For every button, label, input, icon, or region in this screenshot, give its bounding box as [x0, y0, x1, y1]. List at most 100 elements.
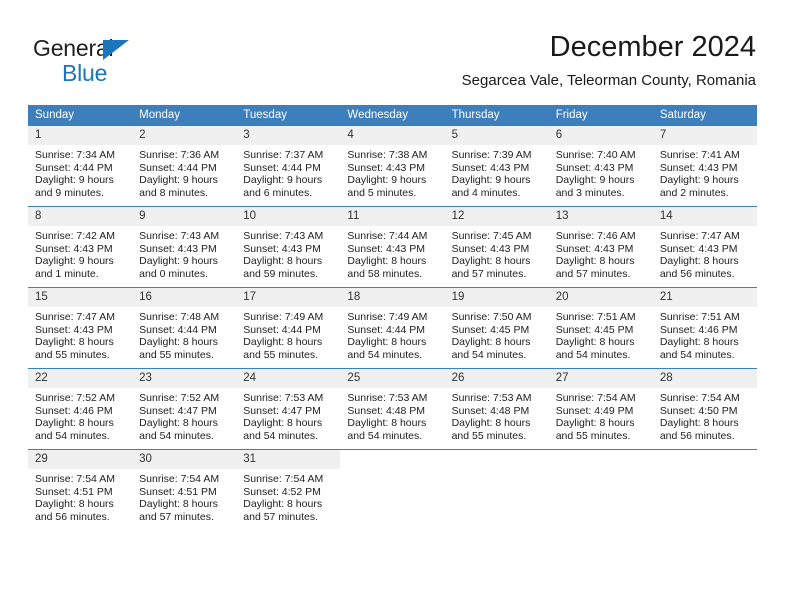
- day-details: Sunrise: 7:37 AM Sunset: 4:44 PM Daylight:…: [236, 145, 340, 199]
- calendar-day-cell[interactable]: 24 Sunrise: 7:53 AM Sunset: 4:47 PM Dayligh…: [236, 368, 341, 450]
- calendar-day-cell[interactable]: 4 Sunrise: 7:38 AM Sunset: 4:43 PM Daylight…: [340, 126, 445, 207]
- calendar-day-cell[interactable]: 21 Sunrise: 7:51 AM Sunset: 4:46 PM Dayligh…: [652, 287, 757, 369]
- day-number: 14: [652, 207, 757, 226]
- sunset-text: Sunset: 4:49 PM: [555, 404, 634, 417]
- day-details: Sunrise: 7:45 AM Sunset: 4:43 PM Daylight:…: [445, 226, 549, 280]
- daylight-text-line1: Daylight: 8 hours: [347, 255, 427, 268]
- calendar-day-cell[interactable]: 19 Sunrise: 7:50 AM Sunset: 4:45 PM Dayligh…: [444, 287, 549, 369]
- calendar-day-cell[interactable]: 17 Sunrise: 7:49 AM Sunset: 4:44 PM Dayligh…: [236, 287, 341, 369]
- sunrise-text: Sunrise: 7:38 AM: [347, 149, 428, 161]
- sunrise-text: Sunrise: 7:43 AM: [139, 230, 220, 242]
- day-details: Sunrise: 7:43 AM Sunset: 4:43 PM Daylight:…: [236, 226, 340, 280]
- calendar-day-cell[interactable]: 28 Sunrise: 7:54 AM Sunset: 4:50 PM Dayligh…: [652, 368, 757, 450]
- calendar-day-cell[interactable]: 20 Sunrise: 7:51 AM Sunset: 4:45 PM Dayligh…: [548, 287, 653, 369]
- sunset-text: Sunset: 4:44 PM: [35, 161, 113, 174]
- calendar-day-cell[interactable]: 13 Sunrise: 7:46 AM Sunset: 4:43 PM Dayligh…: [548, 206, 653, 288]
- calendar-day-cell-empty: [548, 449, 653, 530]
- daylight-text-line1: Daylight: 9 hours: [347, 174, 427, 187]
- calendar-week-row: 1 Sunrise: 7:34 AM Sunset: 4:44 PM Daylight…: [28, 126, 757, 207]
- daylight-text-line1: Daylight: 8 hours: [659, 255, 739, 268]
- calendar-day-cell[interactable]: 18 Sunrise: 7:49 AM Sunset: 4:44 PM Dayligh…: [340, 287, 445, 369]
- daylight-text-line2: and 55 minutes.: [243, 348, 318, 361]
- calendar-day-cell[interactable]: 2 Sunrise: 7:36 AM Sunset: 4:44 PM Daylight…: [132, 126, 237, 207]
- calendar-day-cell[interactable]: 3 Sunrise: 7:37 AM Sunset: 4:44 PM Daylight…: [236, 126, 341, 207]
- day-number: 18: [340, 288, 445, 307]
- calendar-week-row: 22 Sunrise: 7:52 AM Sunset: 4:46 PM Dayligh…: [28, 368, 757, 450]
- calendar-day-cell[interactable]: 9 Sunrise: 7:43 AM Sunset: 4:43 PM Daylight…: [132, 206, 237, 288]
- calendar-day-cell[interactable]: 29 Sunrise: 7:54 AM Sunset: 4:51 PM Dayligh…: [28, 449, 133, 530]
- day-details: Sunrise: 7:41 AM Sunset: 4:43 PM Daylight:…: [653, 145, 757, 199]
- day-details: Sunrise: 7:36 AM Sunset: 4:44 PM Daylight:…: [132, 145, 236, 199]
- day-details: Sunrise: 7:43 AM Sunset: 4:43 PM Daylight:…: [132, 226, 236, 280]
- daylight-text-line1: Daylight: 9 hours: [243, 174, 323, 187]
- calendar-day-cell-empty: [340, 449, 445, 530]
- calendar-day-cell[interactable]: 6 Sunrise: 7:40 AM Sunset: 4:43 PM Daylight…: [548, 126, 653, 207]
- daylight-text-line2: and 54 minutes.: [243, 429, 318, 442]
- sunset-text: Sunset: 4:48 PM: [451, 404, 530, 417]
- day-number: 27: [548, 369, 653, 388]
- daylight-text-line1: Daylight: 8 hours: [347, 417, 427, 430]
- sunset-text: Sunset: 4:44 PM: [347, 323, 426, 336]
- calendar-day-cell[interactable]: 15 Sunrise: 7:47 AM Sunset: 4:43 PM Dayligh…: [28, 287, 133, 369]
- day-details: Sunrise: 7:47 AM Sunset: 4:43 PM Daylight:…: [28, 307, 132, 361]
- daylight-text-line2: and 54 minutes.: [347, 429, 423, 442]
- calendar-body: 1 Sunrise: 7:34 AM Sunset: 4:44 PM Daylight…: [28, 126, 757, 530]
- sunrise-text: Sunrise: 7:34 AM: [35, 149, 115, 161]
- calendar-day-cell[interactable]: 31 Sunrise: 7:54 AM Sunset: 4:52 PM Dayligh…: [236, 449, 341, 530]
- sunset-text: Sunset: 4:44 PM: [139, 161, 217, 174]
- calendar-day-cell[interactable]: 22 Sunrise: 7:52 AM Sunset: 4:46 PM Dayligh…: [28, 368, 133, 450]
- daylight-text-line1: Daylight: 9 hours: [555, 174, 635, 187]
- daylight-text-line1: Daylight: 8 hours: [555, 255, 635, 268]
- sunset-text: Sunset: 4:43 PM: [451, 242, 530, 255]
- calendar-day-cell[interactable]: 26 Sunrise: 7:53 AM Sunset: 4:48 PM Dayligh…: [444, 368, 549, 450]
- sunrise-text: Sunrise: 7:37 AM: [243, 149, 324, 161]
- sunset-text: Sunset: 4:43 PM: [555, 161, 634, 174]
- daylight-text-line1: Daylight: 9 hours: [35, 255, 114, 268]
- daylight-text-line2: and 4 minutes.: [451, 186, 521, 199]
- daylight-text-line2: and 54 minutes.: [35, 429, 110, 442]
- day-number: 4: [340, 126, 445, 145]
- day-number: 8: [28, 207, 133, 226]
- day-number: 28: [652, 369, 757, 388]
- calendar-day-cell[interactable]: 25 Sunrise: 7:53 AM Sunset: 4:48 PM Dayligh…: [340, 368, 445, 450]
- daylight-text-line1: Daylight: 8 hours: [243, 417, 323, 430]
- calendar-day-cell[interactable]: 14 Sunrise: 7:47 AM Sunset: 4:43 PM Dayligh…: [652, 206, 757, 288]
- sunrise-text: Sunrise: 7:49 AM: [347, 311, 428, 323]
- calendar-day-cell[interactable]: 5 Sunrise: 7:39 AM Sunset: 4:43 PM Daylight…: [444, 126, 549, 207]
- sunset-text: Sunset: 4:43 PM: [35, 242, 113, 255]
- daylight-text-line1: Daylight: 8 hours: [243, 336, 323, 349]
- calendar-day-cell[interactable]: 30 Sunrise: 7:54 AM Sunset: 4:51 PM Dayligh…: [132, 449, 237, 530]
- daylight-text-line2: and 56 minutes.: [35, 510, 110, 523]
- sunrise-sunset-calendar: Sunday Monday Tuesday Wednesday Thursday…: [28, 105, 757, 530]
- calendar-day-cell[interactable]: 10 Sunrise: 7:43 AM Sunset: 4:43 PM Dayligh…: [236, 206, 341, 288]
- day-details: Sunrise: 7:54 AM Sunset: 4:52 PM Daylight:…: [236, 469, 340, 523]
- calendar-day-cell[interactable]: 7 Sunrise: 7:41 AM Sunset: 4:43 PM Daylight…: [652, 126, 757, 207]
- daylight-text-line2: and 59 minutes.: [243, 267, 318, 280]
- calendar-day-cell[interactable]: 16 Sunrise: 7:48 AM Sunset: 4:44 PM Dayligh…: [132, 287, 237, 369]
- daylight-text-line2: and 55 minutes.: [555, 429, 631, 442]
- calendar-day-cell[interactable]: 11 Sunrise: 7:44 AM Sunset: 4:43 PM Dayligh…: [340, 206, 445, 288]
- calendar-day-cell[interactable]: 8 Sunrise: 7:42 AM Sunset: 4:43 PM Daylight…: [28, 206, 133, 288]
- calendar-day-cell[interactable]: 27 Sunrise: 7:54 AM Sunset: 4:49 PM Dayligh…: [548, 368, 653, 450]
- daylight-text-line2: and 1 minute.: [35, 267, 99, 280]
- day-number: 10: [236, 207, 341, 226]
- daylight-text-line2: and 56 minutes.: [659, 429, 735, 442]
- daylight-text-line1: Daylight: 9 hours: [139, 255, 218, 268]
- sunrise-text: Sunrise: 7:47 AM: [35, 311, 115, 323]
- daylight-text-line1: Daylight: 8 hours: [243, 498, 323, 511]
- day-number: 22: [28, 369, 133, 388]
- title-block: December 2024 Segarcea Vale, Teleorman C…: [462, 30, 756, 90]
- weekday-header-sunday: Sunday: [28, 105, 133, 126]
- day-details: Sunrise: 7:46 AM Sunset: 4:43 PM Daylight:…: [549, 226, 653, 280]
- daylight-text-line1: Daylight: 9 hours: [35, 174, 114, 187]
- day-number: 1: [28, 126, 133, 145]
- weekday-header-thursday: Thursday: [444, 105, 549, 126]
- daylight-text-line2: and 58 minutes.: [347, 267, 423, 280]
- day-details: Sunrise: 7:49 AM Sunset: 4:44 PM Daylight:…: [340, 307, 444, 361]
- calendar-day-cell[interactable]: 23 Sunrise: 7:52 AM Sunset: 4:47 PM Dayligh…: [132, 368, 237, 450]
- calendar-day-cell[interactable]: 12 Sunrise: 7:45 AM Sunset: 4:43 PM Dayligh…: [444, 206, 549, 288]
- sunrise-text: Sunrise: 7:52 AM: [139, 392, 220, 404]
- sunrise-text: Sunrise: 7:36 AM: [139, 149, 220, 161]
- calendar-day-cell[interactable]: 1 Sunrise: 7:34 AM Sunset: 4:44 PM Daylight…: [28, 126, 133, 207]
- day-number: 17: [236, 288, 341, 307]
